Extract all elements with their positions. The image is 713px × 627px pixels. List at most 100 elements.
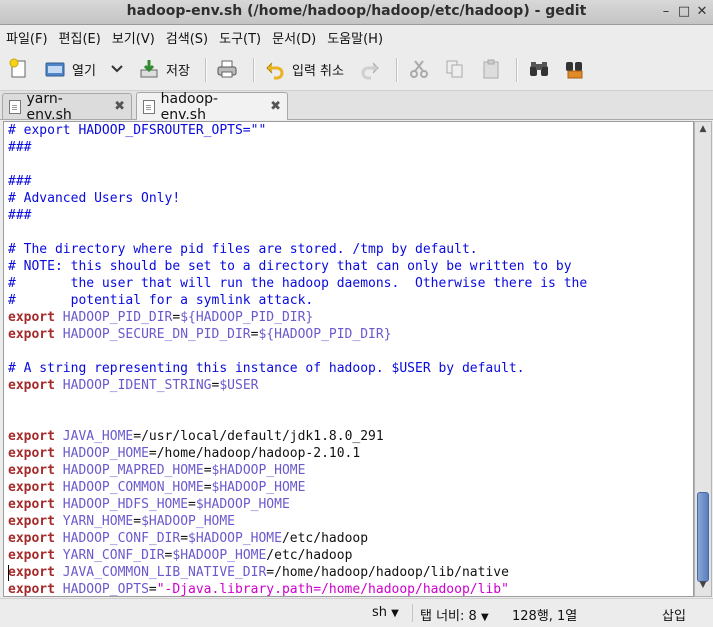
- menu-bar: 파일(F) 편집(E) 보기(V) 검색(S) 도구(T) 문서(D) 도움말(H): [0, 25, 713, 48]
- menu-search[interactable]: 검색(S): [160, 25, 213, 47]
- code-line: export HADOOP_PID_DIR=${HADOOP_PID_DIR}: [8, 309, 587, 326]
- code-token: JAVA_COMMON_LIB_NATIVE_DIR: [62, 565, 267, 580]
- menu-tools[interactable]: 도구(T): [213, 25, 266, 47]
- code-token: export: [8, 514, 55, 529]
- code-token: export: [8, 565, 55, 580]
- code-token: /etc/hadoop: [266, 548, 353, 563]
- close-tab-icon[interactable]: ✖: [270, 99, 281, 114]
- code-line: # the user that will run the hadoop daem…: [8, 275, 587, 292]
- status-bar: sh ▼ 탭 너비: 8 ▼ 128행, 1열 삽입: [0, 598, 713, 627]
- code-token: =/home/hadoop/hadoop-2.10.1: [148, 446, 361, 461]
- code-line: # NOTE: this should be set to a director…: [8, 258, 587, 275]
- cut-button[interactable]: [408, 56, 430, 82]
- close-button[interactable]: ✕: [694, 4, 710, 20]
- tab-width-selector[interactable]: 탭 너비: 8 ▼: [420, 605, 489, 624]
- close-tab-icon[interactable]: ✖: [114, 99, 125, 114]
- menu-file[interactable]: 파일(F): [0, 25, 53, 47]
- scroll-down-icon[interactable]: ▼: [697, 580, 709, 594]
- save-icon: [138, 58, 160, 80]
- undo-button[interactable]: 입력 취소: [264, 56, 344, 82]
- code-line: export YARN_HOME=$HADOOP_HOME: [8, 513, 587, 530]
- find-replace-button[interactable]: [564, 56, 586, 82]
- code-token: export: [8, 497, 55, 512]
- chevron-down-icon: ▼: [480, 612, 489, 623]
- maximize-button[interactable]: □: [676, 4, 692, 20]
- tab-hadoop-env[interactable]: hadoop-env.sh ✖: [136, 90, 288, 123]
- clipboard-icon: [480, 58, 502, 80]
- menu-view[interactable]: 보기(V): [106, 25, 160, 47]
- code-token: export: [8, 548, 55, 563]
- open-button[interactable]: 열기: [44, 56, 96, 82]
- text-editor[interactable]: # export HADOOP_DFSROUTER_OPTS="" ### ### #…: [3, 121, 694, 597]
- code-token: =/home/hadoop/hadoop/lib/native: [266, 565, 509, 580]
- redo-icon: [359, 58, 381, 80]
- printer-icon: [216, 58, 238, 80]
- scissors-icon: [408, 58, 430, 80]
- scroll-up-icon[interactable]: ▲: [697, 124, 709, 138]
- tab-label: yarn-env.sh: [26, 90, 72, 123]
- code-token: =: [188, 497, 196, 512]
- code-token: export: [8, 310, 55, 325]
- code-token: HADOOP_MAPRED_HOME: [62, 463, 204, 478]
- code-token: "-Djava.library.path=/home/hadoop/hadoop…: [156, 582, 509, 597]
- paste-button[interactable]: [480, 56, 502, 82]
- chevron-down-icon: [106, 58, 128, 80]
- menu-documents[interactable]: 문서(D): [266, 25, 321, 47]
- toolbar-separator: [396, 58, 398, 82]
- language-selector[interactable]: sh ▼: [372, 605, 399, 620]
- code-line: export HADOOP_COMMON_HOME=$HADOOP_HOME: [8, 479, 587, 496]
- code-token: HADOOP_OPTS: [62, 582, 149, 597]
- code-line: export HADOOP_HDFS_HOME=$HADOOP_HOME: [8, 496, 587, 513]
- code-line: export HADOOP_MAPRED_HOME=$HADOOP_HOME: [8, 462, 587, 479]
- code-line: ###: [8, 207, 587, 224]
- code-token: export: [8, 480, 55, 495]
- code-token: ###: [8, 174, 32, 189]
- document-icon: [143, 99, 155, 114]
- undo-label: 입력 취소: [292, 63, 344, 79]
- minimize-button[interactable]: –: [658, 4, 674, 20]
- new-document-button[interactable]: [8, 56, 30, 82]
- undo-icon: [264, 58, 286, 80]
- code-token: ###: [8, 140, 32, 155]
- code-token: # the user that will run the hadoop daem…: [8, 276, 588, 291]
- redo-button[interactable]: [359, 56, 381, 82]
- code-token: HADOOP_PID_DIR: [62, 310, 173, 325]
- tab-label: hadoop-env.sh: [160, 90, 219, 123]
- code-line: export YARN_CONF_DIR=$HADOOP_HOME/etc/ha…: [8, 547, 587, 564]
- document-tabs: yarn-env.sh ✖ hadoop-env.sh ✖: [0, 90, 713, 123]
- document-icon: [9, 99, 21, 114]
- vertical-scrollbar[interactable]: ▲ ▼: [694, 121, 712, 597]
- toolbar-separator: [253, 58, 255, 82]
- toolbar-separator: [516, 58, 518, 82]
- save-button[interactable]: 저장: [138, 56, 190, 82]
- print-button[interactable]: [216, 56, 238, 82]
- menu-help[interactable]: 도움말(H): [321, 25, 388, 47]
- copy-button[interactable]: [444, 56, 466, 82]
- code-token: HADOOP_SECURE_DN_PID_DIR: [62, 327, 251, 342]
- code-token: =: [203, 463, 212, 478]
- code-line: export JAVA_HOME=/usr/local/default/jdk1…: [8, 428, 587, 445]
- code-line: export HADOOP_OPTS="-Djava.library.path=…: [8, 581, 587, 597]
- chevron-down-icon: ▼: [391, 608, 399, 619]
- status-separator: [412, 604, 413, 622]
- code-token: =: [180, 531, 189, 546]
- toolbar: 열기 저장 입력 취소: [0, 48, 713, 91]
- recent-files-dropdown[interactable]: [106, 56, 128, 82]
- code-token: export: [8, 378, 55, 393]
- code-token: $HADOOP_HOME: [141, 514, 235, 529]
- find-button[interactable]: [528, 56, 550, 82]
- tab-yarn-env[interactable]: yarn-env.sh ✖: [2, 91, 132, 123]
- code-line: export HADOOP_IDENT_STRING=$USER: [8, 377, 587, 394]
- menu-edit[interactable]: 편집(E): [53, 25, 106, 47]
- code-token: =: [133, 514, 142, 529]
- scrollbar-thumb[interactable]: [697, 492, 709, 582]
